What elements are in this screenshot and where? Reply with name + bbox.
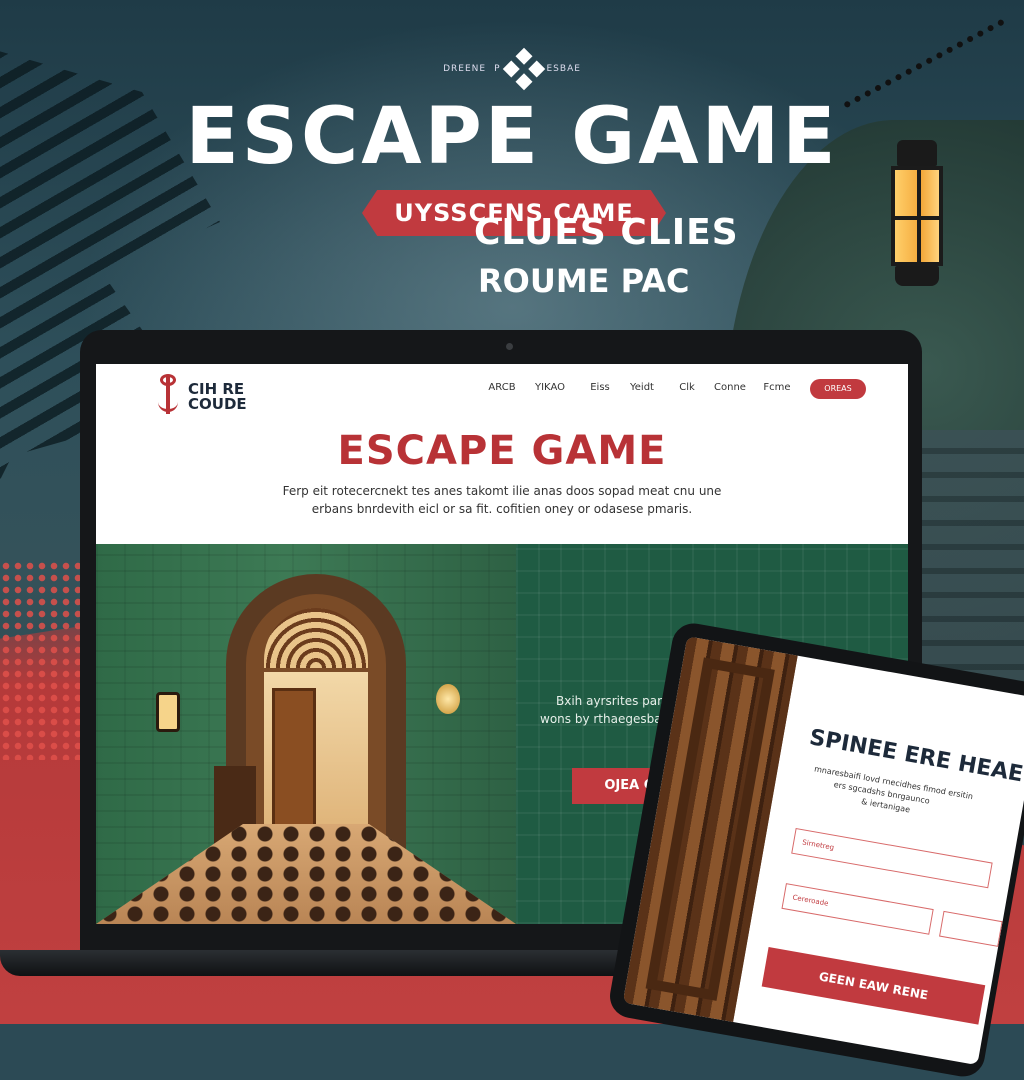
- clues-heading-1: CLUES CLIES: [474, 212, 739, 253]
- nav-menu: ARCB YIKAO Eiss Yeidt Clk Conne Fcme: [480, 382, 796, 393]
- tablet-screen: SPINEE ERE HEAE mnaresbaifi lovd rnecidh…: [622, 636, 1024, 1066]
- brand-logo-icon: [502, 47, 545, 91]
- clues-heading-2: ROUME PAC: [478, 262, 690, 300]
- brand-mid-text: P: [494, 64, 501, 74]
- tiled-floor: [96, 824, 516, 924]
- poster-brand-row: DREENE P ESBAE: [0, 47, 1024, 91]
- tablet-title: SPINEE ERE HEAE: [807, 725, 1024, 788]
- nav-link-7[interactable]: Fcme: [758, 382, 796, 393]
- tablet-input-1[interactable]: Sirnetreg: [791, 827, 993, 889]
- hero-text-line-1: Ferp eit rotecercnekt tes anes takomt il…: [282, 484, 722, 498]
- nav-link-4[interactable]: Yeidt: [622, 382, 662, 393]
- nav-link-3[interactable]: Eiss: [580, 382, 620, 393]
- tablet-frame: SPINEE ERE HEAE mnaresbaifi lovd rnecidh…: [606, 620, 1024, 1080]
- nav-link-6[interactable]: Conne: [710, 382, 750, 393]
- wooden-door: [272, 688, 316, 832]
- hero-title: ESCAPE GAME: [337, 428, 667, 474]
- brand-left-text: DREENE: [443, 64, 487, 74]
- nav-link-2[interactable]: YIKAO: [526, 382, 574, 393]
- site-logo-icon[interactable]: [154, 372, 182, 418]
- laptop-base: [0, 950, 700, 976]
- tablet-input-2-placeholder: Cereroade: [791, 893, 830, 908]
- hallway-photo: [96, 544, 516, 924]
- nav-link-1[interactable]: ARCB: [480, 382, 524, 393]
- site-name[interactable]: CIH RE COUDE: [188, 382, 268, 412]
- poster-title: ESCAPE GAME: [185, 92, 839, 182]
- nav-cta-button[interactable]: OREAS: [810, 379, 866, 399]
- wall-lamp-icon: [156, 692, 180, 732]
- tablet-input-3[interactable]: [939, 910, 1003, 947]
- brand-right-text: ESBAE: [546, 64, 581, 74]
- hero-text-line-2: erbans bnrdevith eicl or sa fit. cofitie…: [311, 502, 693, 516]
- nav-link-5[interactable]: Clk: [670, 382, 704, 393]
- webcam-icon: [506, 343, 513, 350]
- chandelier-icon: [436, 684, 460, 714]
- tablet-input-2[interactable]: Cereroade: [781, 883, 934, 935]
- tablet-input-1-placeholder: Sirnetreg: [801, 838, 835, 852]
- site-name-line-2: COUDE: [188, 395, 247, 413]
- tablet-submit-button[interactable]: GEEN EAW RENE: [761, 947, 986, 1025]
